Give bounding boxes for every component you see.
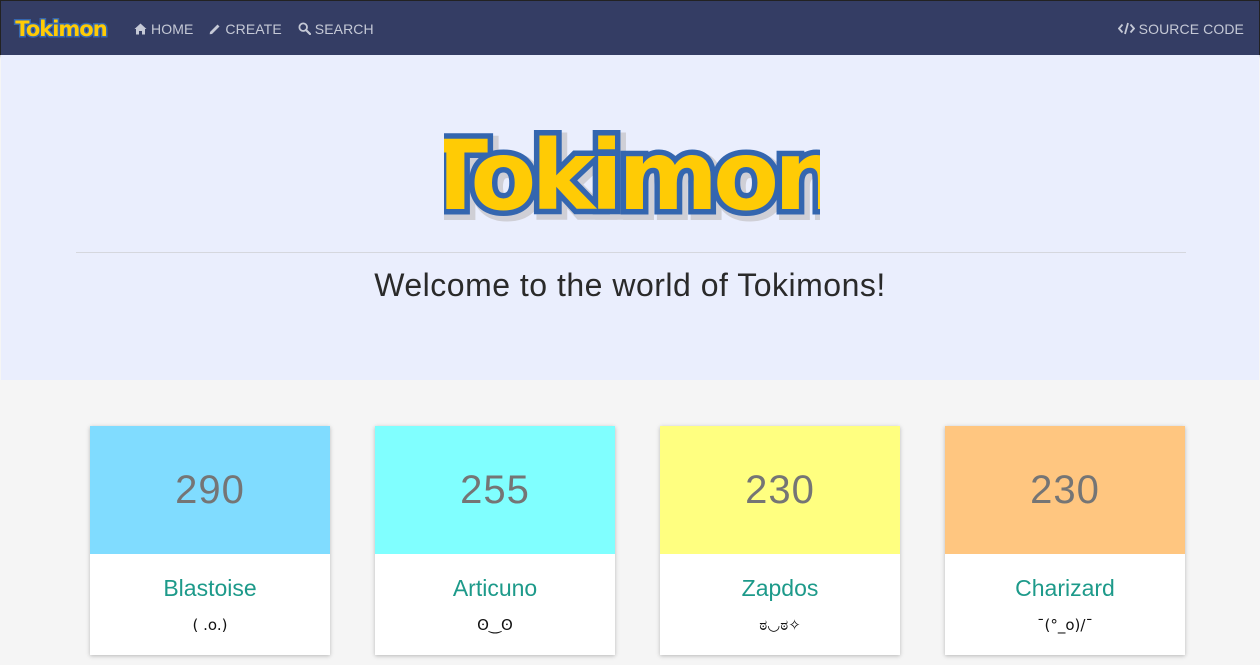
- nav-create-label: CREATE: [225, 20, 282, 37]
- nav-home-link[interactable]: HOME: [134, 21, 193, 37]
- nav-search-label: SEARCH: [314, 20, 374, 37]
- nav-logo-text: Tokimon: [15, 17, 106, 41]
- hero-jumbotron: Tokimon Tokimon Welcome to the world of …: [1, 55, 1259, 380]
- search-icon: [298, 22, 311, 35]
- pencil-icon: [210, 24, 220, 34]
- card-face: ʘ‿ʘ: [477, 616, 513, 634]
- nav-right: SOURCE CODE: [1117, 1, 1244, 56]
- nav-home-label: HOME: [151, 20, 194, 37]
- nav-source-code-link[interactable]: SOURCE CODE: [1117, 20, 1244, 37]
- hero-logo-text: Tokimon: [444, 120, 820, 232]
- card-face: ¯(°_o)/¯: [1037, 616, 1093, 634]
- card-name: Articuno: [452, 575, 538, 601]
- tokimon-logo[interactable]: Tokimon: [11, 11, 111, 45]
- nav-source-code-label: SOURCE CODE: [1138, 20, 1244, 37]
- code-icon: [1117, 22, 1135, 35]
- tokimon-card-articuno[interactable]: 255 Articuno ʘ‿ʘ: [375, 426, 615, 655]
- card-face: ಠ◡ಠ✧: [759, 616, 801, 634]
- nav-create-link[interactable]: CREATE: [209, 20, 282, 37]
- card-name: Blastoise: [163, 575, 257, 601]
- card-face: ( .o.): [192, 616, 228, 634]
- card-name: Charizard: [1015, 575, 1115, 601]
- card-name: Zapdos: [741, 575, 819, 601]
- card-total: 230: [660, 426, 900, 554]
- top-navbar: Tokimon HOME CREATE SEARCH SOURCE CODE: [0, 0, 1260, 55]
- hero-title: Welcome to the world of Tokimons!: [374, 267, 886, 303]
- hero-tokimon-logo: Tokimon Tokimon: [444, 115, 820, 237]
- nav-search-link[interactable]: SEARCH: [298, 21, 374, 37]
- home-icon: [134, 23, 147, 34]
- card-total: 290: [90, 426, 330, 554]
- tokimon-card-blastoise[interactable]: 290 Blastoise ( .o.): [90, 426, 330, 655]
- card-total: 255: [375, 426, 615, 554]
- tokimon-card-zapdos[interactable]: 230 Zapdos ಠ◡ಠ✧: [660, 426, 900, 655]
- hero-divider: [76, 252, 1186, 253]
- nav-links: HOME CREATE SEARCH: [134, 1, 390, 56]
- card-total: 230: [945, 426, 1185, 554]
- tokimon-card-charizard[interactable]: 230 Charizard ¯(°_o)/¯: [945, 426, 1185, 655]
